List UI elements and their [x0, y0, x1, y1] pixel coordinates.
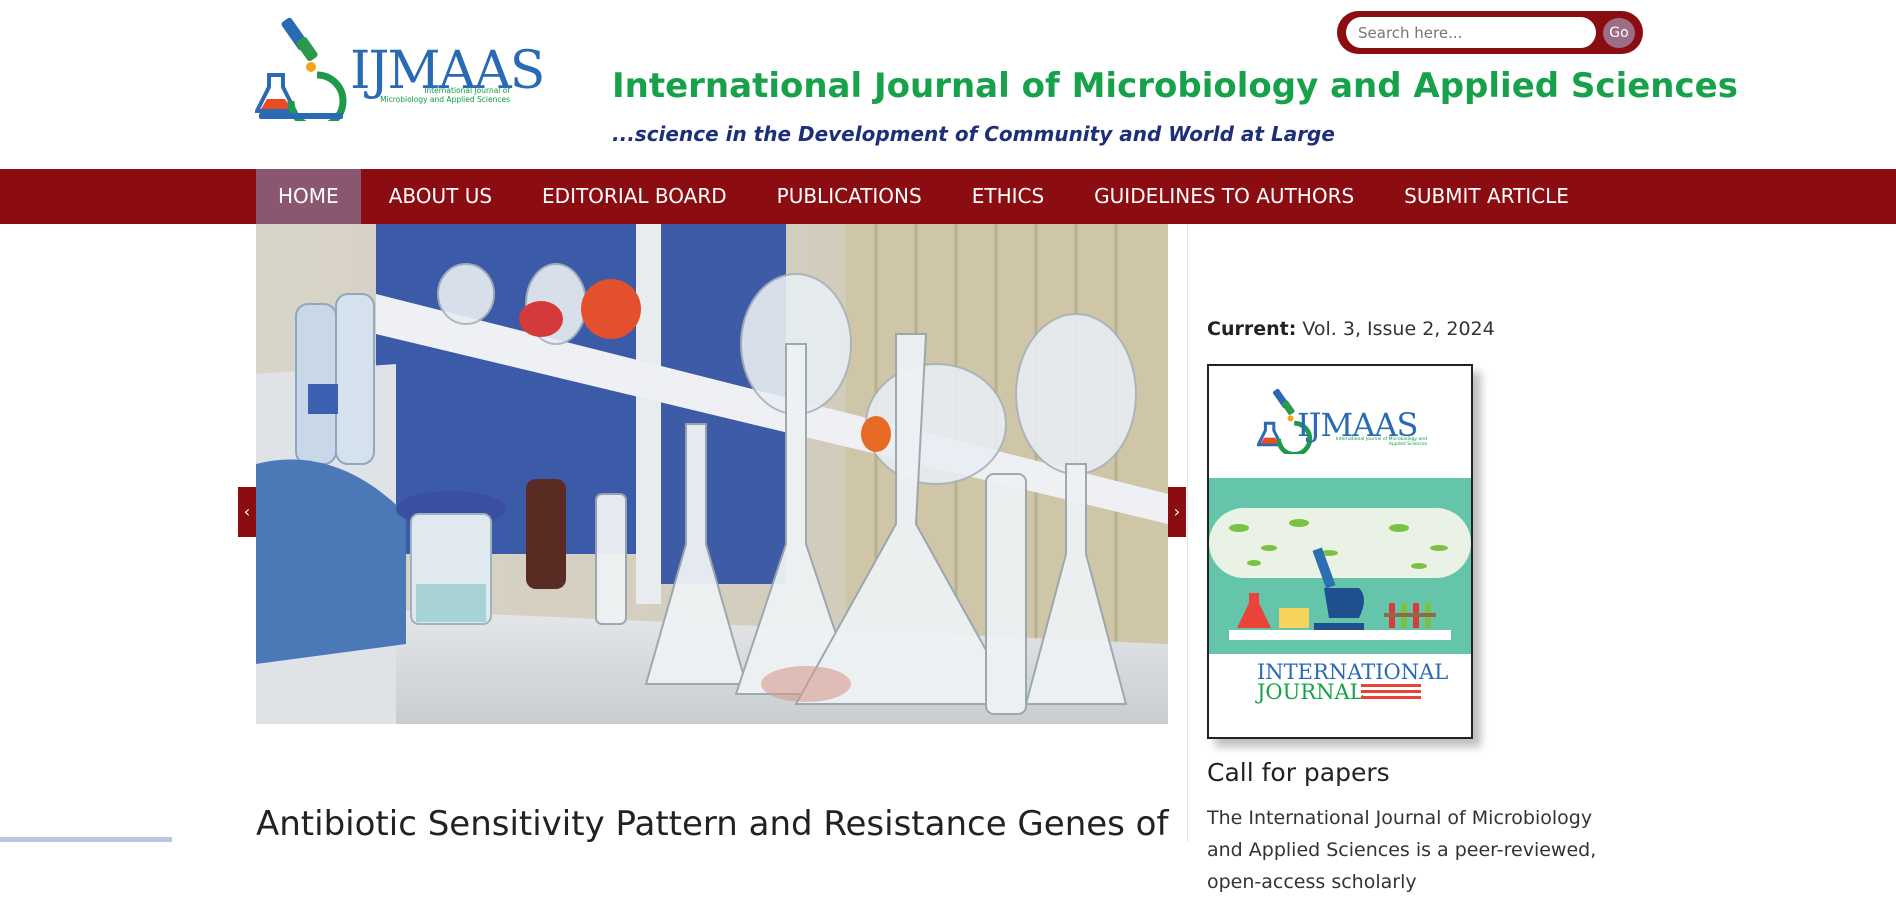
- nav-item-home[interactable]: HOME: [256, 169, 361, 224]
- current-issue-label: Current:: [1207, 318, 1297, 340]
- search-bar: Go: [1337, 11, 1643, 54]
- nav-item-editorial-board[interactable]: EDITORIAL BOARD: [520, 169, 749, 224]
- site-tagline: ...science in the Development of Communi…: [612, 122, 1335, 146]
- cover-illustration: [1209, 478, 1471, 654]
- microscope-logo-icon: [255, 17, 347, 121]
- nav-item-submit-article[interactable]: SUBMIT ARTICLE: [1382, 169, 1591, 224]
- search-input[interactable]: [1346, 17, 1596, 48]
- cover-logo-subtitle: International Journal of Microbiology an…: [1335, 437, 1427, 447]
- chevron-right-icon: ›: [1173, 502, 1181, 521]
- chevron-left-icon: ‹: [243, 502, 251, 521]
- bottom-left-tab[interactable]: [0, 837, 172, 842]
- nav-item-ethics[interactable]: ETHICS: [950, 169, 1066, 224]
- call-for-papers-heading: Call for papers: [1207, 758, 1390, 787]
- hero-slider-image: [256, 224, 1168, 724]
- nav-item-about-us[interactable]: ABOUT US: [367, 169, 514, 224]
- cover-title-line1: INTERNATIONAL: [1257, 660, 1449, 684]
- current-issue: Current: Vol. 3, Issue 2, 2024: [1207, 318, 1495, 340]
- cover-lab-illustration: [1209, 508, 1471, 640]
- sidebar-divider: [1187, 224, 1188, 842]
- journal-cover-image[interactable]: IJMAAS International Journal of Microbio…: [1207, 364, 1473, 739]
- article-title[interactable]: Antibiotic Sensitivity Pattern and Resis…: [256, 804, 1168, 844]
- slider-next-button[interactable]: ›: [1168, 487, 1186, 537]
- slider-prev-button[interactable]: ‹: [238, 487, 256, 537]
- cover-stripes-icon: [1361, 684, 1421, 699]
- logo-subtitle: International Journal of Microbiology an…: [380, 86, 510, 104]
- call-for-papers-text: The International Journal of Microbiolog…: [1207, 807, 1597, 893]
- nav-item-guidelines-to-authors[interactable]: GUIDELINES TO AUTHORS: [1072, 169, 1376, 224]
- current-issue-value: Vol. 3, Issue 2, 2024: [1296, 318, 1495, 340]
- search-go-button[interactable]: Go: [1603, 18, 1635, 48]
- lab-glassware-photo: [256, 224, 1168, 724]
- main-nav: HOME ABOUT US EDITORIAL BOARD PUBLICATIO…: [0, 169, 1896, 224]
- nav-item-publications[interactable]: PUBLICATIONS: [755, 169, 944, 224]
- site-logo[interactable]: IJMAAS International Journal of Microbio…: [255, 15, 545, 121]
- site-title: International Journal of Microbiology an…: [612, 66, 1738, 106]
